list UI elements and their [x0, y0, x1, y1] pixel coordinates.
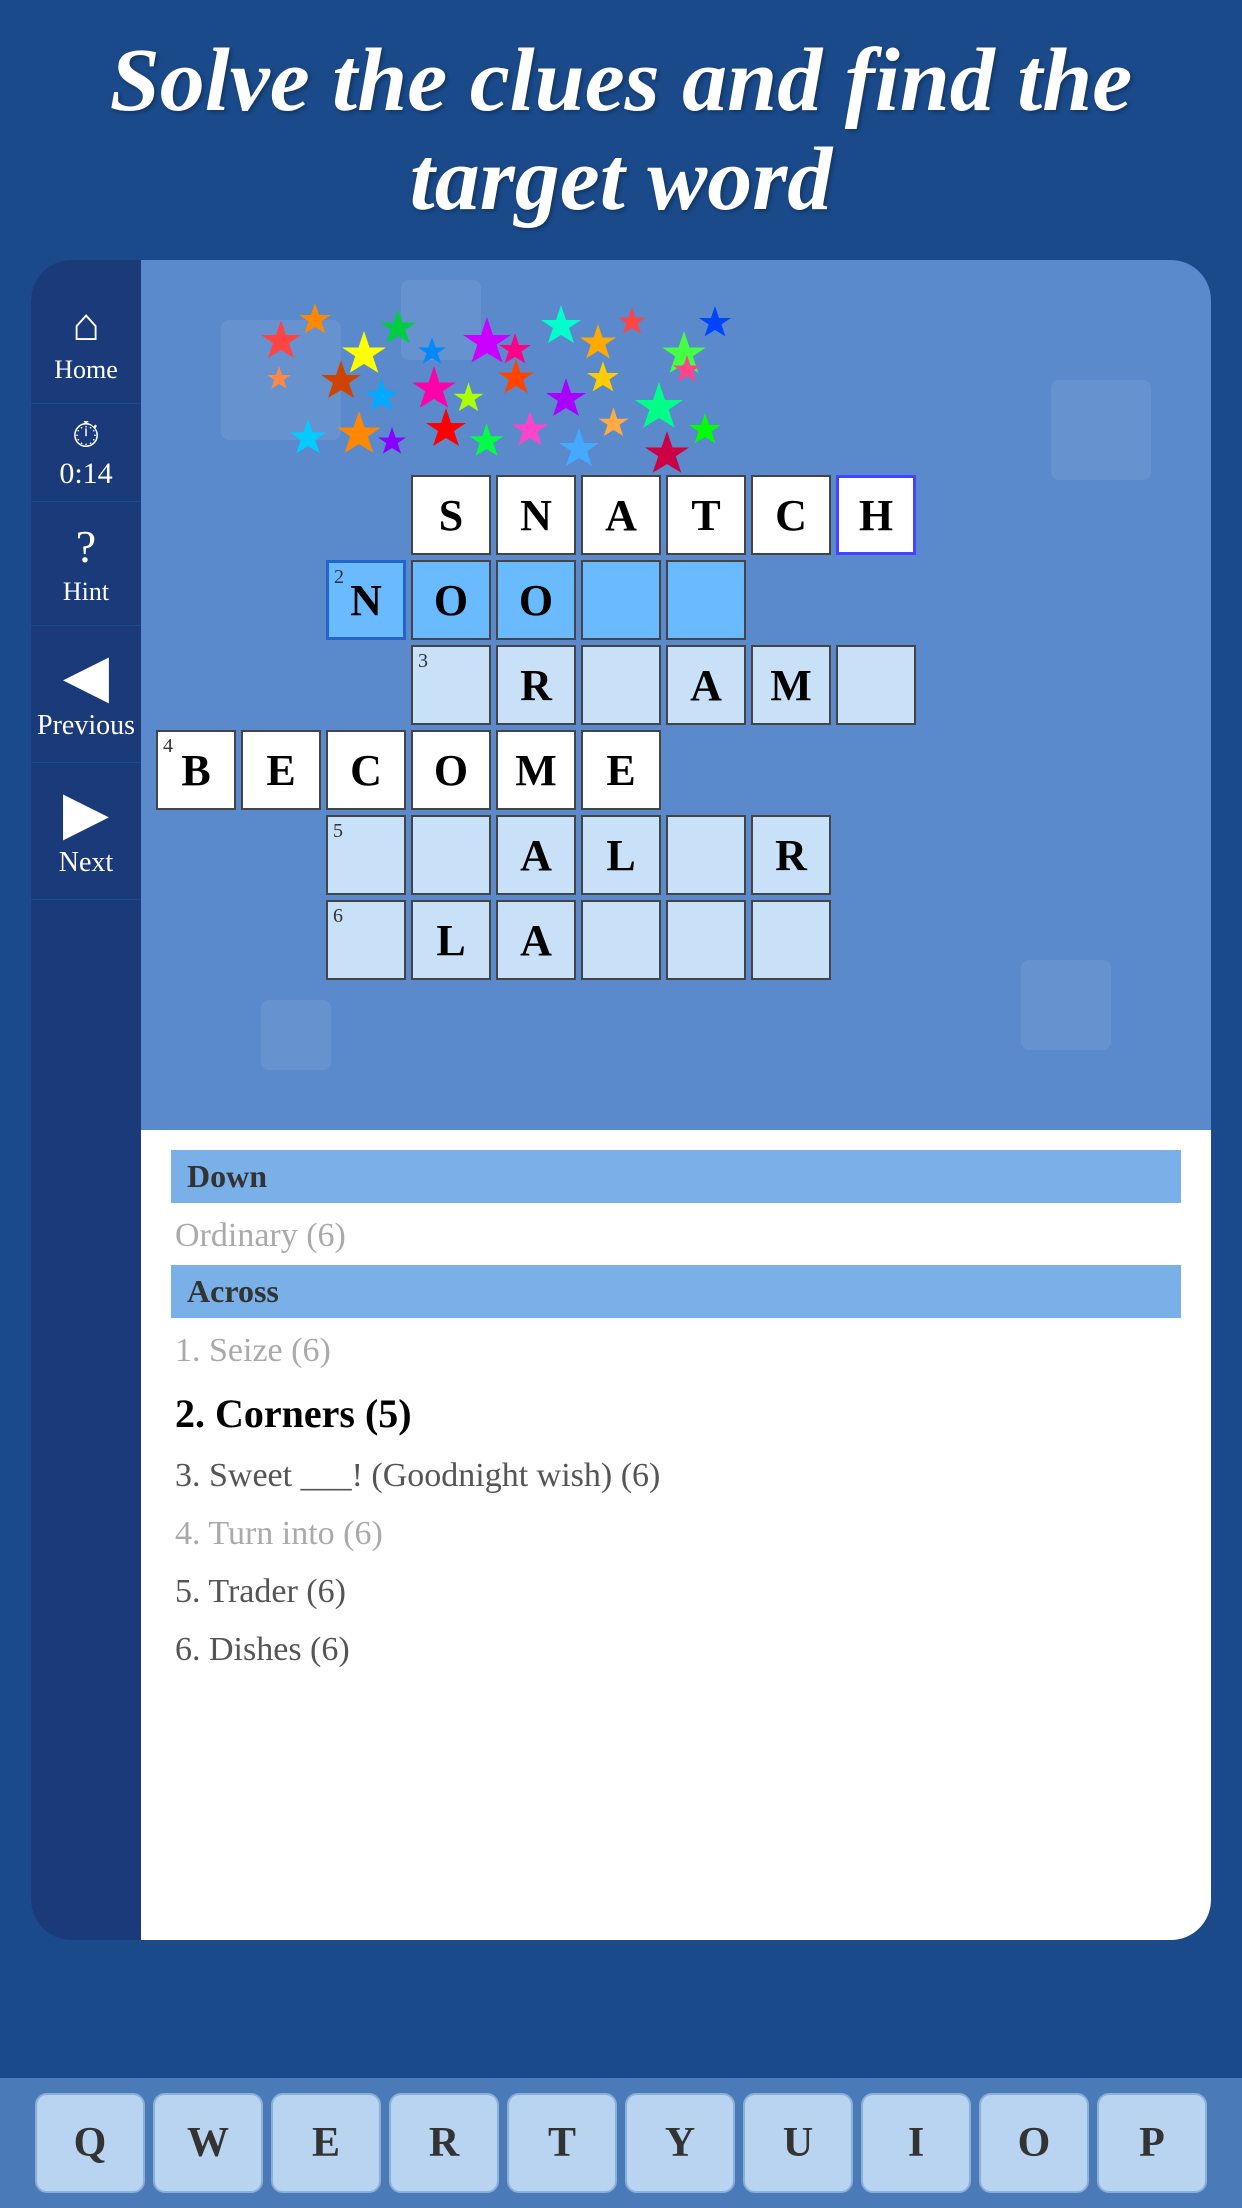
- key-r[interactable]: R: [389, 2093, 499, 2193]
- cell-2-n[interactable]: 2N: [326, 560, 406, 640]
- down-header: Down: [171, 1150, 1181, 1203]
- cell-1-t[interactable]: T: [666, 475, 746, 555]
- timer-icon: ⏱: [72, 414, 100, 457]
- across-header: Across: [171, 1265, 1181, 1318]
- cell-1-n[interactable]: N: [496, 475, 576, 555]
- cell-5-r[interactable]: R: [751, 815, 831, 895]
- clue-across-6[interactable]: 6. Dishes (6): [171, 1621, 1181, 1679]
- cell-6-empty1[interactable]: [581, 900, 661, 980]
- next-label: Next: [59, 847, 113, 879]
- cell-5-num[interactable]: 5: [326, 815, 406, 895]
- cell-6-empty2[interactable]: [666, 900, 746, 980]
- cell-6-l[interactable]: L: [411, 900, 491, 980]
- key-o[interactable]: O: [979, 2093, 1089, 2193]
- cell-5-empty1[interactable]: [411, 815, 491, 895]
- clues-area: Down Ordinary (6) Across 1. Seize (6) 2.…: [141, 1130, 1211, 1940]
- cell-2-o1[interactable]: O: [411, 560, 491, 640]
- clue-across-5[interactable]: 5. Trader (6): [171, 1563, 1181, 1621]
- cell-3-num[interactable]: 3: [411, 645, 491, 725]
- next-button[interactable]: ▶ Next: [31, 763, 141, 900]
- clue-across-2-text: Corners (5): [215, 1391, 412, 1436]
- key-q[interactable]: Q: [35, 2093, 145, 2193]
- hint-label: Hint: [63, 577, 109, 607]
- cell-1-a[interactable]: A: [581, 475, 661, 555]
- clue-across-6-text: Dishes (6): [209, 1631, 350, 1668]
- key-y[interactable]: Y: [625, 2093, 735, 2193]
- clue-across-2[interactable]: 2. Corners (5): [171, 1380, 1181, 1447]
- home-label: Home: [54, 355, 118, 385]
- game-container: ⌂ Home ⏱ 0:14 ? Hint ◀ Previous ▶ Next: [31, 260, 1211, 1940]
- cell-4-num[interactable]: 4B: [156, 730, 236, 810]
- previous-icon: ◀: [63, 646, 109, 706]
- cell-2-empty1[interactable]: [581, 560, 661, 640]
- key-i[interactable]: I: [861, 2093, 971, 2193]
- cell-2-o2[interactable]: O: [496, 560, 576, 640]
- cell-4-c[interactable]: C: [326, 730, 406, 810]
- clue-across-5-text: Trader (6): [208, 1573, 346, 1610]
- cell-5-l[interactable]: L: [581, 815, 661, 895]
- cell-6-num[interactable]: 6: [326, 900, 406, 980]
- grid-area: S N A T C H 2N O O 3 R A: [141, 260, 1211, 1130]
- key-u[interactable]: U: [743, 2093, 853, 2193]
- hint-icon: ?: [76, 520, 96, 573]
- home-icon: ⌂: [72, 298, 100, 351]
- home-button[interactable]: ⌂ Home: [31, 280, 141, 404]
- cell-3-empty[interactable]: [581, 645, 661, 725]
- bg-deco: [261, 1000, 331, 1070]
- clue-down-1-text: Ordinary (6): [175, 1217, 346, 1254]
- cell-6-a[interactable]: A: [496, 900, 576, 980]
- bg-deco: [1051, 380, 1151, 480]
- clue-across-1[interactable]: 1. Seize (6): [171, 1322, 1181, 1380]
- cell-4-o[interactable]: O: [411, 730, 491, 810]
- crossword-grid: S N A T C H 2N O O 3 R A: [326, 475, 1026, 975]
- clue-across-3-text: Sweet ___! (Goodnight wish) (6): [209, 1457, 660, 1494]
- bg-deco: [401, 280, 481, 360]
- hint-button[interactable]: ? Hint: [31, 502, 141, 626]
- next-icon: ▶: [63, 783, 109, 843]
- clue-across-4[interactable]: 4. Turn into (6): [171, 1505, 1181, 1563]
- page-title: Solve the clues and find the target word: [60, 31, 1182, 229]
- clue-across-3[interactable]: 3. Sweet ___! (Goodnight wish) (6): [171, 1447, 1181, 1505]
- sidebar: ⌂ Home ⏱ 0:14 ? Hint ◀ Previous ▶ Next: [31, 260, 141, 1940]
- timer-value: 0:14: [59, 457, 112, 491]
- clue-across-1-text: Seize (6): [209, 1332, 331, 1369]
- key-w[interactable]: W: [153, 2093, 263, 2193]
- cell-1-c[interactable]: C: [751, 475, 831, 555]
- cell-1-h[interactable]: H: [836, 475, 916, 555]
- cell-3-r[interactable]: R: [496, 645, 576, 725]
- cell-3-last[interactable]: [836, 645, 916, 725]
- timer-display: ⏱ 0:14: [31, 404, 141, 502]
- cell-3-m[interactable]: M: [751, 645, 831, 725]
- cell-3-a[interactable]: A: [666, 645, 746, 725]
- keyboard-row: Q W E R T Y U I O P: [0, 2078, 1242, 2208]
- clue-down-1[interactable]: Ordinary (6): [171, 1207, 1181, 1265]
- cell-4-e2[interactable]: E: [581, 730, 661, 810]
- cell-1-s[interactable]: S: [411, 475, 491, 555]
- previous-button[interactable]: ◀ Previous: [31, 626, 141, 763]
- header: Solve the clues and find the target word: [0, 0, 1242, 260]
- clue-across-4-text: Turn into (6): [208, 1515, 382, 1552]
- cell-2-empty2[interactable]: [666, 560, 746, 640]
- key-p[interactable]: P: [1097, 2093, 1207, 2193]
- cell-5-a[interactable]: A: [496, 815, 576, 895]
- cell-5-empty2[interactable]: [666, 815, 746, 895]
- key-t[interactable]: T: [507, 2093, 617, 2193]
- cell-4-m[interactable]: M: [496, 730, 576, 810]
- cell-4-e1[interactable]: E: [241, 730, 321, 810]
- key-e[interactable]: E: [271, 2093, 381, 2193]
- cell-6-empty3[interactable]: [751, 900, 831, 980]
- previous-label: Previous: [37, 710, 135, 742]
- bg-deco: [221, 320, 341, 440]
- bg-deco: [1021, 960, 1111, 1050]
- content-area: S N A T C H 2N O O 3 R A: [141, 260, 1211, 1940]
